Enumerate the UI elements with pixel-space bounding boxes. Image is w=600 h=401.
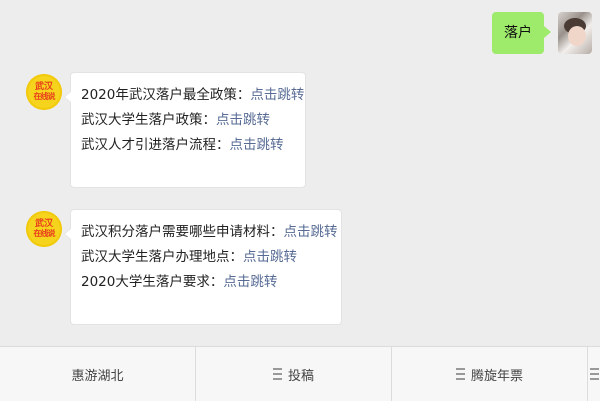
- outgoing-message-bubble[interactable]: 落户: [492, 12, 551, 54]
- official-account-avatar[interactable]: 武汉 在线说: [26, 74, 62, 110]
- chat-area: 落户 武汉 在线说 2020年武汉落户最全政策：点击跳转 武汉大学生落户政策：点…: [0, 0, 600, 346]
- menu-list-icon: [589, 368, 599, 380]
- incoming-message-bubble: 武汉积分落户需要哪些申请材料：点击跳转 武汉大学生落户办理地点：点击跳转 202…: [64, 209, 342, 325]
- jump-link[interactable]: 点击跳转: [284, 224, 338, 240]
- avatar-logo-line2: 在线说: [33, 229, 56, 238]
- message-line: 武汉大学生落户政策：点击跳转: [81, 108, 295, 133]
- line-text: 武汉大学生落户办理地点：: [81, 249, 243, 265]
- avatar-face: [568, 26, 586, 46]
- line-text: 武汉人才引进落户流程：: [81, 137, 230, 153]
- message-line: 武汉积分落户需要哪些申请材料：点击跳转: [81, 220, 338, 245]
- menu-item-more[interactable]: [588, 347, 600, 401]
- message-line: 2020年武汉落户最全政策：点击跳转: [81, 83, 304, 108]
- jump-link[interactable]: 点击跳转: [216, 112, 270, 128]
- jump-link[interactable]: 点击跳转: [223, 274, 277, 290]
- menu-item-label: 腾旋年票: [470, 368, 523, 384]
- line-text: 武汉大学生落户政策：: [81, 112, 216, 128]
- official-account-avatar[interactable]: 武汉 在线说: [26, 211, 62, 247]
- menu-item-label: 惠游湖北: [71, 368, 124, 384]
- bottom-menu-bar: 惠游湖北 投稿 腾旋年票: [0, 346, 600, 401]
- outgoing-message-row: 落户: [492, 12, 592, 54]
- menu-item-annual-ticket[interactable]: 腾旋年票: [392, 347, 588, 401]
- line-text: 武汉积分落户需要哪些申请材料：: [81, 224, 284, 240]
- jump-link[interactable]: 点击跳转: [250, 87, 304, 103]
- incoming-message-bubble: 2020年武汉落户最全政策：点击跳转 武汉大学生落户政策：点击跳转 武汉人才引进…: [64, 72, 306, 188]
- avatar-logo-line1: 武汉: [34, 82, 53, 92]
- message-line: 武汉大学生落户办理地点：点击跳转: [81, 245, 331, 270]
- jump-link[interactable]: 点击跳转: [243, 249, 297, 265]
- avatar-logo-line1: 武汉: [34, 219, 53, 229]
- menu-item-label: 投稿: [287, 368, 314, 384]
- menu-list-icon: [455, 368, 465, 380]
- message-line: 2020大学生落户要求：点击跳转: [81, 270, 331, 295]
- line-text: 2020大学生落户要求：: [81, 274, 224, 290]
- jump-link[interactable]: 点击跳转: [230, 137, 284, 153]
- message-line: 武汉人才引进落户流程：点击跳转: [81, 133, 295, 158]
- line-text: 2020年武汉落户最全政策：: [81, 87, 251, 103]
- user-avatar[interactable]: [558, 12, 592, 54]
- menu-list-icon: [272, 368, 282, 380]
- menu-item-submit[interactable]: 投稿: [196, 347, 392, 401]
- menu-item-huiyou-hubei[interactable]: 惠游湖北: [0, 347, 196, 401]
- avatar-logo-line2: 在线说: [33, 92, 56, 101]
